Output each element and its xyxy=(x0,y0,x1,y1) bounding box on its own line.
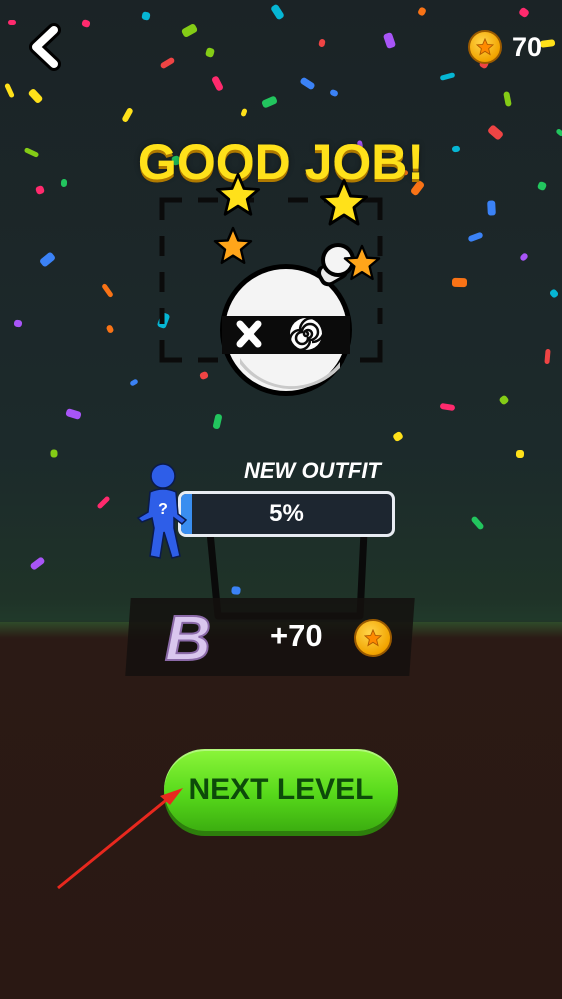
confetti-piece xyxy=(180,22,199,39)
confetti-piece xyxy=(159,56,176,70)
result-title: GOOD JOB! xyxy=(137,134,425,190)
confetti-piece xyxy=(382,31,397,50)
confetti-piece xyxy=(27,87,44,105)
confetti-piece xyxy=(544,348,551,365)
confetti-piece xyxy=(4,82,15,99)
confetti-piece xyxy=(121,106,134,124)
confetti-piece xyxy=(101,282,114,299)
confetti-piece xyxy=(270,3,285,21)
star-icon xyxy=(213,226,253,264)
confetti-piece xyxy=(329,88,339,98)
next-level-label: NEXT LEVEL xyxy=(188,773,374,806)
next-level-button[interactable]: NEXT LEVEL xyxy=(164,749,398,831)
confetti-piece xyxy=(50,449,58,458)
outfit-silhouette-icon: ? xyxy=(136,463,188,559)
confetti-piece xyxy=(470,515,485,531)
confetti-piece xyxy=(81,18,91,29)
confetti-piece xyxy=(548,288,560,299)
confetti-piece xyxy=(518,6,530,19)
progress-text: 5% xyxy=(269,500,304,527)
confetti-piece xyxy=(439,402,456,412)
coin-counter: 70 xyxy=(467,28,542,66)
confetti-piece xyxy=(8,20,16,25)
star-coin-icon xyxy=(354,619,392,657)
confetti-piece xyxy=(503,91,512,107)
coin-count: 70 xyxy=(511,31,542,62)
confetti-piece xyxy=(515,449,525,459)
confetti-piece xyxy=(392,430,404,443)
new-outfit-label: NEW OUTFIT xyxy=(244,458,381,483)
grade-badge: B xyxy=(164,602,212,670)
star-coin-icon xyxy=(467,30,502,64)
confetti-piece xyxy=(105,324,115,334)
confetti-piece xyxy=(96,495,111,510)
confetti-piece xyxy=(38,251,57,268)
confetti-piece xyxy=(210,75,225,92)
confetti-piece xyxy=(417,6,427,17)
reward-amount: +70 xyxy=(270,618,323,653)
star-icon xyxy=(215,172,261,216)
confetti-piece xyxy=(261,95,278,109)
confetti-piece xyxy=(451,277,468,288)
confetti-piece xyxy=(439,72,456,81)
svg-text:?: ? xyxy=(158,501,168,518)
confetti-piece xyxy=(467,231,484,243)
confetti-piece xyxy=(498,394,510,406)
confetti-piece xyxy=(212,413,223,430)
confetti-piece xyxy=(13,319,23,328)
confetti-piece xyxy=(141,11,151,21)
confetti-piece xyxy=(318,38,326,48)
outfit-progress-bar: 5% xyxy=(178,491,395,537)
star-icon xyxy=(320,179,368,226)
chevron-left-icon xyxy=(29,23,61,71)
confetti-piece xyxy=(129,378,139,387)
svg-text:B: B xyxy=(165,602,211,670)
confetti-piece xyxy=(29,556,46,571)
back-button[interactable] xyxy=(22,22,72,72)
confetti-piece xyxy=(204,47,216,58)
confetti-piece xyxy=(299,76,316,91)
confetti-piece xyxy=(65,407,82,421)
confetti-piece xyxy=(198,370,210,381)
confetti-piece xyxy=(519,252,529,262)
star-icon xyxy=(343,244,381,281)
confetti-piece xyxy=(487,200,496,216)
confetti-piece xyxy=(240,107,248,118)
